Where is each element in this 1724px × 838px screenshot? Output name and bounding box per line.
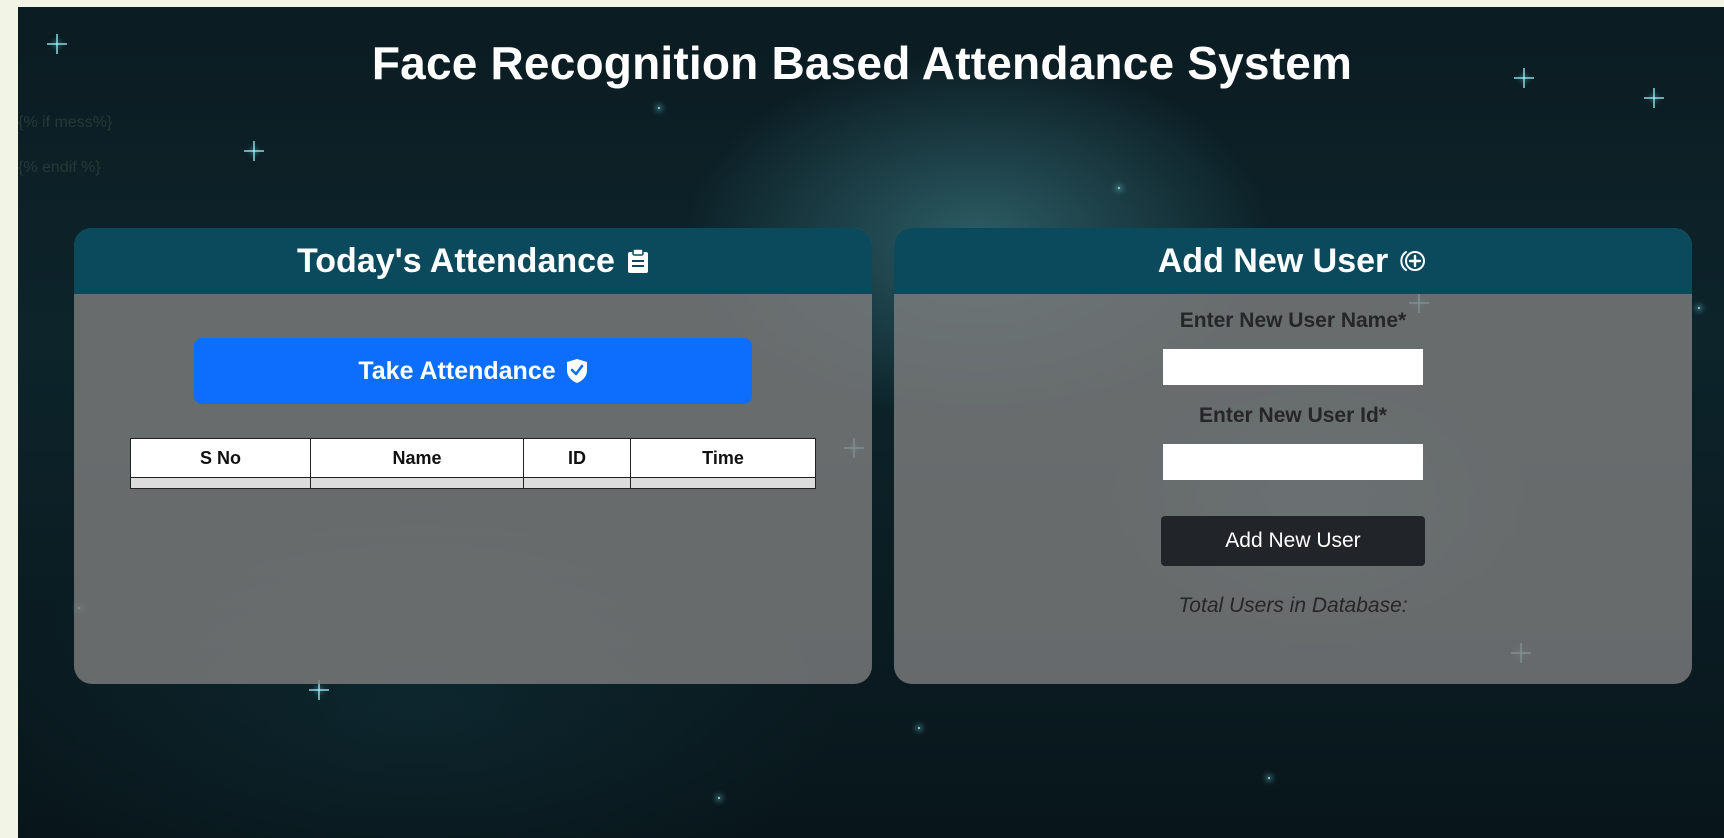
attendance-panel: Today's Attendance Take Attendance S No … bbox=[74, 228, 872, 684]
star-decoration bbox=[658, 107, 660, 109]
star-decoration bbox=[718, 797, 720, 799]
star-decoration bbox=[1268, 777, 1270, 779]
shield-check-icon bbox=[566, 359, 587, 383]
star-decoration bbox=[1644, 88, 1664, 108]
table-cell bbox=[310, 477, 524, 489]
add-new-user-button[interactable]: Add New User bbox=[1161, 516, 1425, 566]
user-id-input[interactable] bbox=[1163, 444, 1423, 480]
attendance-panel-header: Today's Attendance bbox=[74, 228, 872, 294]
total-users-text: Total Users in Database: bbox=[1178, 594, 1408, 617]
take-attendance-button[interactable]: Take Attendance bbox=[194, 338, 752, 404]
template-if-text: {% if mess%} bbox=[18, 114, 113, 131]
add-user-panel: Add New User Enter New User Name* Enter … bbox=[894, 228, 1692, 684]
user-id-label: Enter New User Id* bbox=[1199, 404, 1387, 427]
column-header-name: Name bbox=[310, 438, 524, 478]
user-name-input[interactable] bbox=[1163, 349, 1423, 385]
star-decoration bbox=[918, 727, 920, 729]
star-decoration bbox=[309, 680, 329, 700]
table-cell bbox=[523, 477, 631, 489]
page-title: Face Recognition Based Attendance System bbox=[371, 37, 1353, 89]
column-header-sno: S No bbox=[130, 438, 311, 478]
add-user-panel-header: Add New User bbox=[894, 228, 1692, 294]
column-header-time: Time bbox=[630, 438, 816, 478]
plus-circle-icon bbox=[1400, 251, 1426, 271]
table-cell bbox=[130, 477, 311, 489]
star-decoration bbox=[1118, 187, 1120, 189]
template-endif-text: {% endif %} bbox=[18, 159, 101, 176]
add-user-header-title: Add New User bbox=[1157, 241, 1389, 280]
clipboard-icon bbox=[627, 248, 648, 273]
column-header-id: ID bbox=[523, 438, 631, 478]
attendance-table: S No Name ID Time bbox=[130, 438, 816, 489]
star-decoration bbox=[244, 141, 264, 161]
table-cell bbox=[630, 477, 816, 489]
table-row bbox=[130, 477, 816, 489]
take-attendance-label: Take Attendance bbox=[358, 356, 556, 385]
attendance-header-title: Today's Attendance bbox=[297, 241, 615, 280]
attendance-table-header-row: S No Name ID Time bbox=[130, 438, 816, 478]
user-name-label: Enter New User Name* bbox=[1179, 309, 1407, 332]
star-decoration bbox=[1698, 307, 1700, 309]
